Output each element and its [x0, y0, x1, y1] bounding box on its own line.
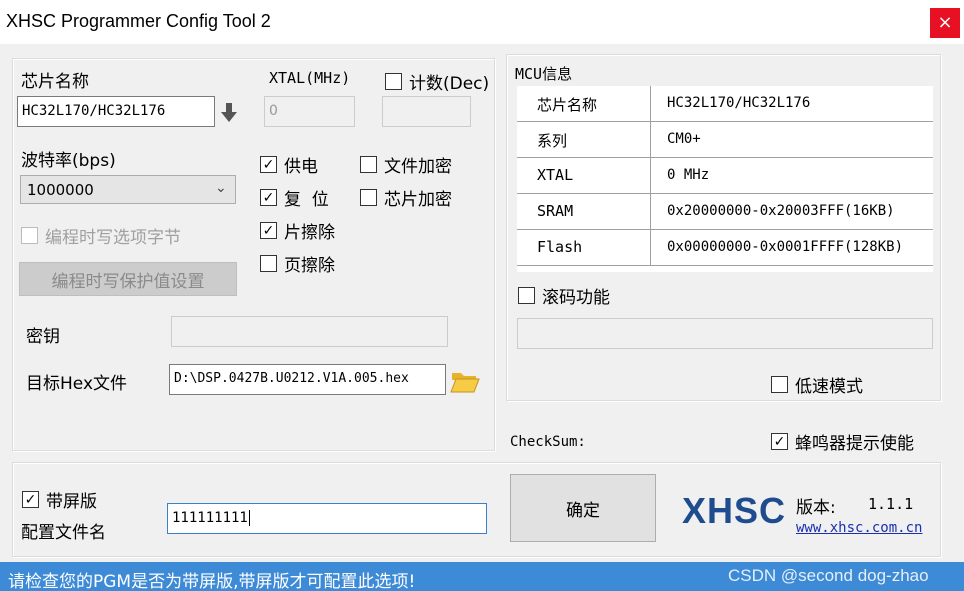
xhsc-logo: XHSC	[682, 490, 787, 531]
screen-version-label: 带屏版	[46, 492, 97, 512]
table-row: 芯片名称 HC32L170/HC32L176	[517, 86, 933, 122]
protect-settings-button[interactable]: 编程时写保护值设置	[19, 262, 237, 296]
checksum-label: CheckSum:	[510, 434, 586, 450]
table-key: XTAL	[537, 166, 574, 184]
table-row: SRAM 0x20000000-0x20003FFF(16KB)	[517, 194, 933, 230]
config-name-input[interactable]: 111111111	[167, 503, 487, 534]
count-checkbox[interactable]: 计数(Dec)	[385, 69, 489, 94]
table-row: Flash 0x00000000-0x0001FFFF(128KB)	[517, 230, 933, 266]
reset-checkbox[interactable]: ✓ 复 位	[260, 185, 329, 210]
count-input[interactable]	[382, 96, 471, 127]
table-value: CM0+	[667, 131, 701, 147]
write-option-checkbox-box	[21, 227, 38, 244]
rolling-code-label: 滚码功能	[542, 288, 610, 308]
baud-select-value: 1000000	[27, 181, 94, 199]
table-value: 0x20000000-0x20003FFF(16KB)	[667, 203, 895, 219]
xtal-input[interactable]: 0	[264, 96, 355, 127]
chip-erase-checkbox[interactable]: ✓ 片擦除	[260, 218, 335, 243]
table-row: XTAL 0 MHz	[517, 158, 933, 194]
count-checkbox-box	[385, 73, 402, 90]
xtal-label: XTAL(MHz)	[269, 69, 351, 87]
close-icon: ×	[937, 12, 953, 33]
status-message: 请检查您的PGM是否为带屏版,带屏版才可配置此选项!	[8, 572, 416, 591]
low-speed-checkbox[interactable]: 低速模式	[771, 372, 863, 397]
chip-name-input[interactable]: HC32L170/HC32L176	[17, 96, 215, 127]
count-label: 计数(Dec)	[409, 74, 490, 94]
buzzer-checkbox-box: ✓	[771, 433, 788, 450]
table-key: 系列	[537, 132, 568, 150]
chip-erase-label: 片擦除	[284, 223, 335, 243]
chip-erase-checkbox-box: ✓	[260, 222, 277, 239]
power-label: 供电	[284, 157, 318, 177]
buzzer-checkbox[interactable]: ✓ 蜂鸣器提示使能	[771, 429, 914, 454]
page-erase-checkbox-box	[260, 255, 277, 272]
page-erase-label: 页擦除	[284, 256, 335, 276]
website-link[interactable]: www.xhsc.com.cn	[796, 520, 922, 536]
table-value: 0 MHz	[667, 167, 710, 183]
rolling-code-checkbox[interactable]: 滚码功能	[518, 283, 610, 308]
chip-encrypt-checkbox[interactable]: 芯片加密	[360, 185, 452, 210]
low-speed-label: 低速模式	[795, 377, 863, 397]
table-row: 系列 CM0+	[517, 122, 933, 158]
power-checkbox[interactable]: ✓ 供电	[260, 152, 318, 177]
reset-label: 复 位	[284, 190, 329, 210]
table-value: HC32L170/HC32L176	[667, 95, 811, 111]
status-bar: 请检查您的PGM是否为带屏版,带屏版才可配置此选项! CSDN @second …	[0, 562, 964, 591]
mcu-info-title: MCU信息	[515, 65, 573, 83]
power-checkbox-box: ✓	[260, 156, 277, 173]
write-option-checkbox[interactable]: 编程时写选项字节	[21, 223, 181, 248]
hex-file-label: 目标Hex文件	[26, 374, 128, 394]
folder-open-icon[interactable]	[450, 368, 480, 394]
screen-version-checkbox-box: ✓	[22, 491, 39, 508]
page-erase-checkbox[interactable]: 页擦除	[260, 251, 335, 276]
watermark: CSDN @second dog-zhao	[728, 566, 929, 585]
mcu-info-table: 芯片名称 HC32L170/HC32L176 系列 CM0+ XTAL 0 MHz S…	[517, 86, 933, 272]
reset-checkbox-box: ✓	[260, 189, 277, 206]
write-option-label: 编程时写选项字节	[45, 228, 181, 248]
buzzer-label: 蜂鸣器提示使能	[795, 434, 914, 454]
key-label: 密钥	[26, 327, 60, 347]
version-value: 1.1.1	[868, 495, 914, 513]
hex-file-input[interactable]: D:\DSP.0427B.U0212.V1A.005.hex	[169, 364, 446, 395]
version-label: 版本:	[796, 498, 836, 518]
chip-encrypt-checkbox-box	[360, 189, 377, 206]
table-key: SRAM	[537, 202, 574, 220]
screen-version-checkbox[interactable]: ✓ 带屏版	[22, 487, 97, 512]
table-key: 芯片名称	[537, 96, 598, 114]
key-input[interactable]	[171, 316, 448, 347]
confirm-button[interactable]: 确定	[510, 474, 656, 542]
close-button[interactable]: ×	[930, 8, 960, 38]
file-encrypt-checkbox-box	[360, 156, 377, 173]
baud-select[interactable]: 1000000 ⌄	[20, 175, 236, 204]
file-encrypt-label: 文件加密	[384, 157, 452, 177]
chevron-down-icon: ⌄	[215, 180, 227, 196]
table-key: Flash	[537, 238, 583, 256]
baud-label: 波特率(bps)	[21, 151, 116, 171]
download-arrow-icon[interactable]	[220, 103, 238, 123]
rolling-code-checkbox-box	[518, 287, 535, 304]
config-name-label: 配置文件名	[21, 523, 106, 543]
chip-encrypt-label: 芯片加密	[384, 190, 452, 210]
rolling-code-input[interactable]	[517, 318, 933, 349]
config-name-value: 111111111	[172, 510, 248, 526]
window-title: XHSC Programmer Config Tool 2	[6, 11, 271, 31]
file-encrypt-checkbox[interactable]: 文件加密	[360, 152, 452, 177]
table-value: 0x00000000-0x0001FFFF(128KB)	[667, 239, 904, 255]
low-speed-checkbox-box	[771, 376, 788, 393]
title-bar: XHSC Programmer Config Tool 2 ×	[0, 0, 964, 44]
chip-name-label: 芯片名称	[21, 72, 89, 92]
